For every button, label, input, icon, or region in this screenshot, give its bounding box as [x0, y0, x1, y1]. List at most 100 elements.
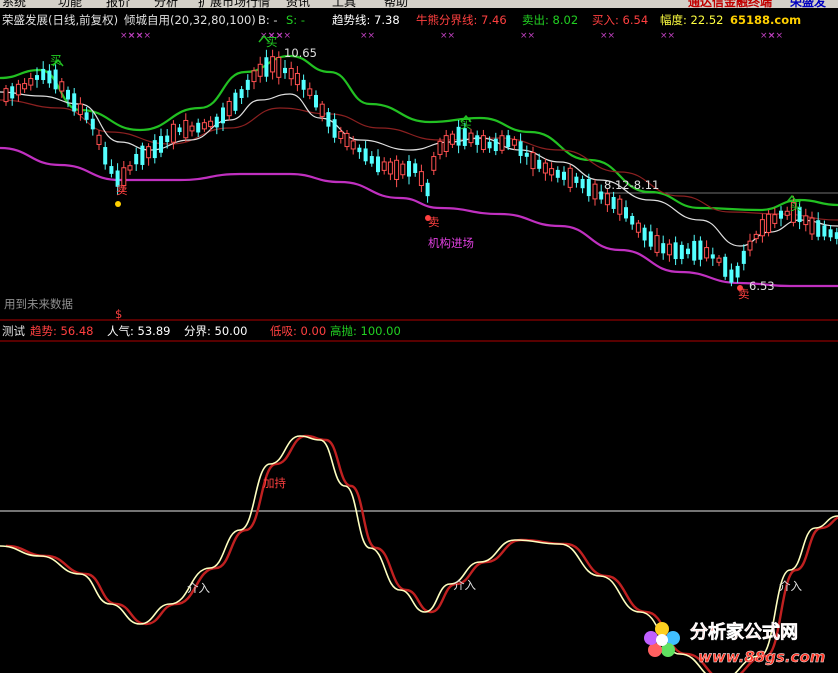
candle[interactable]	[480, 129, 486, 153]
candle[interactable]	[376, 149, 380, 176]
candle[interactable]	[22, 78, 28, 93]
candle[interactable]	[264, 49, 269, 82]
candle[interactable]	[28, 72, 34, 91]
candle[interactable]	[221, 102, 225, 131]
candle[interactable]	[468, 128, 474, 147]
candle[interactable]	[692, 234, 697, 265]
candle[interactable]	[134, 147, 139, 171]
candle[interactable]	[741, 244, 746, 271]
candle[interactable]	[723, 253, 728, 280]
candle[interactable]	[270, 49, 276, 80]
candle[interactable]	[580, 175, 585, 194]
candle[interactable]	[759, 213, 765, 243]
candle[interactable]	[400, 160, 406, 179]
candle[interactable]	[109, 159, 114, 178]
candle[interactable]	[666, 239, 672, 262]
candle[interactable]	[418, 164, 424, 193]
candle[interactable]	[809, 211, 815, 240]
candle[interactable]	[617, 195, 623, 221]
candle[interactable]	[146, 143, 152, 166]
candle[interactable]	[301, 74, 306, 98]
candle[interactable]	[245, 74, 250, 98]
candle[interactable]	[338, 126, 344, 144]
candle[interactable]	[170, 120, 176, 150]
candle[interactable]	[307, 82, 313, 100]
candle[interactable]	[96, 130, 102, 150]
candle[interactable]	[10, 82, 15, 106]
candle[interactable]	[686, 243, 690, 259]
candlesticks[interactable]	[3, 49, 838, 287]
candle[interactable]	[735, 262, 740, 283]
candle[interactable]	[710, 247, 715, 266]
candle[interactable]	[394, 155, 400, 188]
candle[interactable]	[673, 236, 678, 266]
candle[interactable]	[599, 184, 604, 204]
candle[interactable]	[604, 188, 610, 213]
candle[interactable]	[704, 240, 710, 262]
candle[interactable]	[47, 64, 52, 88]
candle[interactable]	[449, 130, 455, 149]
candle[interactable]	[698, 236, 703, 267]
candle[interactable]	[555, 166, 560, 183]
candle[interactable]	[822, 220, 827, 241]
candle[interactable]	[140, 142, 145, 170]
candle[interactable]	[766, 210, 772, 237]
candle[interactable]	[431, 151, 437, 175]
candle[interactable]	[784, 206, 790, 220]
candle[interactable]	[344, 130, 350, 151]
candle[interactable]	[152, 134, 157, 164]
candle[interactable]	[239, 85, 244, 104]
candle[interactable]	[196, 118, 201, 137]
candle[interactable]	[747, 233, 753, 257]
candle[interactable]	[103, 141, 108, 170]
candle[interactable]	[326, 107, 331, 134]
candle[interactable]	[159, 128, 163, 158]
candle[interactable]	[369, 151, 374, 167]
chart-area[interactable]: ×××××× ×××××× ×× ×× ×× ×× ×× ×××× 荣盛发展(日线,前复权) …	[0, 0, 838, 673]
candle[interactable]	[611, 191, 616, 214]
candle[interactable]	[294, 66, 300, 92]
candle[interactable]	[499, 130, 505, 154]
candle[interactable]	[15, 79, 21, 102]
candle[interactable]	[363, 140, 368, 165]
candle[interactable]	[387, 157, 393, 181]
candle[interactable]	[511, 136, 517, 150]
candle[interactable]	[648, 224, 653, 251]
candle[interactable]	[314, 90, 318, 111]
candle[interactable]	[127, 161, 133, 175]
candle[interactable]	[654, 227, 660, 257]
candle[interactable]	[549, 162, 555, 182]
candle[interactable]	[475, 130, 480, 153]
candle[interactable]	[524, 145, 529, 165]
candle[interactable]	[437, 137, 443, 160]
candle[interactable]	[332, 113, 337, 143]
candle[interactable]	[288, 61, 294, 86]
candle[interactable]	[630, 212, 635, 230]
candle[interactable]	[201, 118, 207, 132]
candle[interactable]	[828, 225, 833, 242]
candle[interactable]	[779, 206, 783, 227]
candle[interactable]	[753, 230, 759, 244]
candle[interactable]	[53, 64, 58, 94]
candle[interactable]	[542, 158, 548, 181]
candle[interactable]	[413, 158, 418, 177]
candle[interactable]	[226, 97, 232, 121]
candle[interactable]	[381, 157, 387, 175]
candle[interactable]	[562, 166, 566, 186]
candle[interactable]	[41, 61, 46, 84]
candle[interactable]	[716, 255, 722, 267]
candle[interactable]	[425, 179, 430, 203]
candle[interactable]	[635, 219, 641, 238]
candle[interactable]	[816, 212, 821, 241]
candle[interactable]	[251, 67, 257, 90]
candle[interactable]	[493, 132, 498, 156]
candle[interactable]	[189, 121, 195, 137]
candle[interactable]	[90, 112, 95, 136]
candle[interactable]	[574, 172, 579, 188]
candle[interactable]	[357, 144, 362, 159]
candle[interactable]	[661, 235, 666, 260]
candle[interactable]	[772, 207, 778, 229]
candle[interactable]	[257, 56, 263, 83]
candle[interactable]	[443, 129, 449, 158]
candle[interactable]	[177, 124, 182, 136]
